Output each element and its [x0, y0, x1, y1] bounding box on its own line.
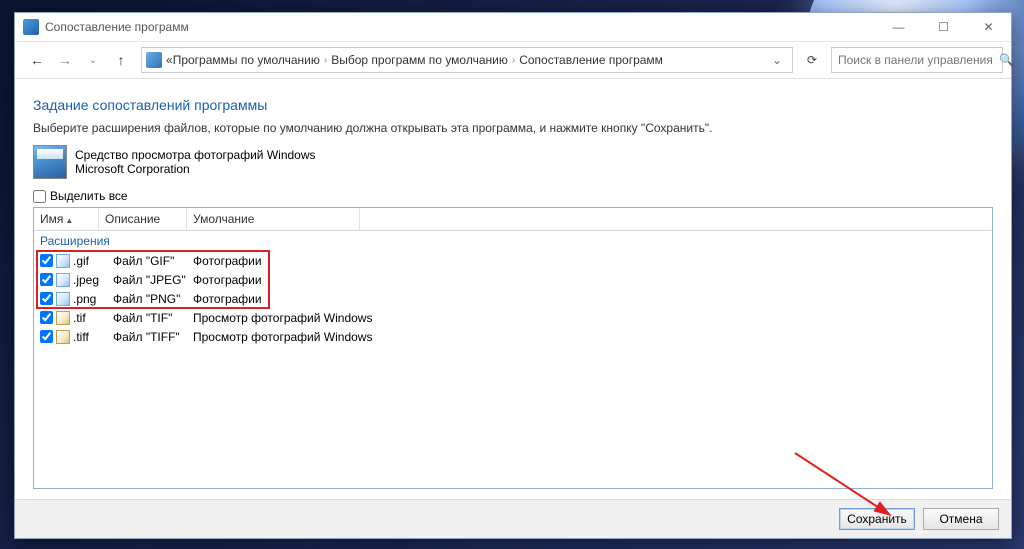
filetype-icon — [56, 311, 70, 325]
window-icon — [23, 19, 39, 35]
search-icon[interactable]: 🔍 — [999, 53, 1014, 67]
content-area: Задание сопоставлений программы Выберите… — [15, 79, 1011, 489]
back-button[interactable]: ← — [23, 46, 51, 74]
row-default: Фотографии — [193, 273, 988, 287]
search-box[interactable]: 🔍 — [831, 47, 1003, 73]
window: Сопоставление программ ― ☐ ✕ ← → ⌄ ↑ « П… — [14, 12, 1012, 539]
row-ext: .tiff — [73, 330, 113, 344]
row-checkbox[interactable] — [40, 330, 53, 343]
program-info: Средство просмотра фотографий Windows Mi… — [33, 145, 993, 179]
row-desc: Файл "PNG" — [113, 292, 193, 306]
row-default: Просмотр фотографий Windows — [193, 311, 988, 325]
breadcrumb-lead: « — [166, 53, 173, 67]
page-heading: Задание сопоставлений программы — [33, 97, 993, 113]
recent-dropdown[interactable]: ⌄ — [79, 46, 107, 74]
associations-table[interactable]: Имя▲ Описание Умолчание Расширения .gifФ… — [33, 207, 993, 489]
group-extensions[interactable]: Расширения — [34, 231, 992, 251]
filetype-icon — [56, 254, 70, 268]
select-all-row[interactable]: Выделить все — [33, 189, 993, 203]
row-checkbox[interactable] — [40, 273, 53, 286]
save-button[interactable]: Сохранить — [839, 508, 915, 530]
breadcrumb-item-1[interactable]: Выбор программ по умолчанию — [331, 53, 508, 67]
row-ext: .gif — [73, 254, 113, 268]
maximize-button[interactable]: ☐ — [921, 13, 966, 41]
row-checkbox[interactable] — [40, 311, 53, 324]
row-checkbox[interactable] — [40, 292, 53, 305]
row-default: Просмотр фотографий Windows — [193, 330, 988, 344]
row-default: Фотографии — [193, 254, 988, 268]
row-desc: Файл "TIF" — [113, 311, 193, 325]
breadcrumb-dropdown[interactable]: ⌄ — [766, 53, 788, 67]
program-name: Средство просмотра фотографий Windows — [75, 148, 316, 162]
row-checkbox[interactable] — [40, 254, 53, 267]
select-all-checkbox[interactable] — [33, 190, 46, 203]
window-title: Сопоставление программ — [45, 20, 876, 34]
table-row[interactable]: .gifФайл "GIF"Фотографии — [34, 251, 992, 270]
cancel-button[interactable]: Отмена — [923, 508, 999, 530]
filetype-icon — [56, 330, 70, 344]
sort-asc-icon: ▲ — [65, 216, 73, 225]
search-input[interactable] — [832, 53, 999, 67]
row-ext: .png — [73, 292, 113, 306]
column-name[interactable]: Имя▲ — [34, 208, 99, 230]
table-header: Имя▲ Описание Умолчание — [34, 208, 992, 231]
select-all-label: Выделить все — [50, 189, 128, 203]
up-button[interactable]: ↑ — [107, 46, 135, 74]
table-row[interactable]: .jpegФайл "JPEG"Фотографии — [34, 270, 992, 289]
controlpanel-icon — [146, 52, 162, 68]
table-row[interactable]: .tifФайл "TIF"Просмотр фотографий Window… — [34, 308, 992, 327]
row-ext: .tif — [73, 311, 113, 325]
row-default: Фотографии — [193, 292, 988, 306]
program-icon — [33, 145, 67, 179]
breadcrumb-item-2[interactable]: Сопоставление программ — [519, 53, 663, 67]
close-button[interactable]: ✕ — [966, 13, 1011, 41]
table-body: .gifФайл "GIF"Фотографии.jpegФайл "JPEG"… — [34, 251, 992, 346]
column-default[interactable]: Умолчание — [187, 208, 360, 230]
navbar: ← → ⌄ ↑ « Программы по умолчанию › Выбор… — [15, 42, 1011, 79]
filetype-icon — [56, 273, 70, 287]
chevron-right-icon: › — [512, 55, 515, 66]
breadcrumb[interactable]: « Программы по умолчанию › Выбор програм… — [141, 47, 793, 73]
chevron-right-icon: › — [324, 55, 327, 66]
column-desc[interactable]: Описание — [99, 208, 187, 230]
table-row[interactable]: .tiffФайл "TIFF"Просмотр фотографий Wind… — [34, 327, 992, 346]
row-desc: Файл "GIF" — [113, 254, 193, 268]
dialog-footer: Сохранить Отмена — [15, 499, 1011, 538]
row-desc: Файл "JPEG" — [113, 273, 193, 287]
table-row[interactable]: .pngФайл "PNG"Фотографии — [34, 289, 992, 308]
minimize-button[interactable]: ― — [876, 13, 921, 41]
page-description: Выберите расширения файлов, которые по у… — [33, 121, 993, 135]
refresh-button[interactable]: ⟳ — [799, 47, 825, 73]
filetype-icon — [56, 292, 70, 306]
row-ext: .jpeg — [73, 273, 113, 287]
titlebar[interactable]: Сопоставление программ ― ☐ ✕ — [15, 13, 1011, 42]
forward-button[interactable]: → — [51, 46, 79, 74]
row-desc: Файл "TIFF" — [113, 330, 193, 344]
program-publisher: Microsoft Corporation — [75, 162, 316, 176]
breadcrumb-item-0[interactable]: Программы по умолчанию — [173, 53, 320, 67]
